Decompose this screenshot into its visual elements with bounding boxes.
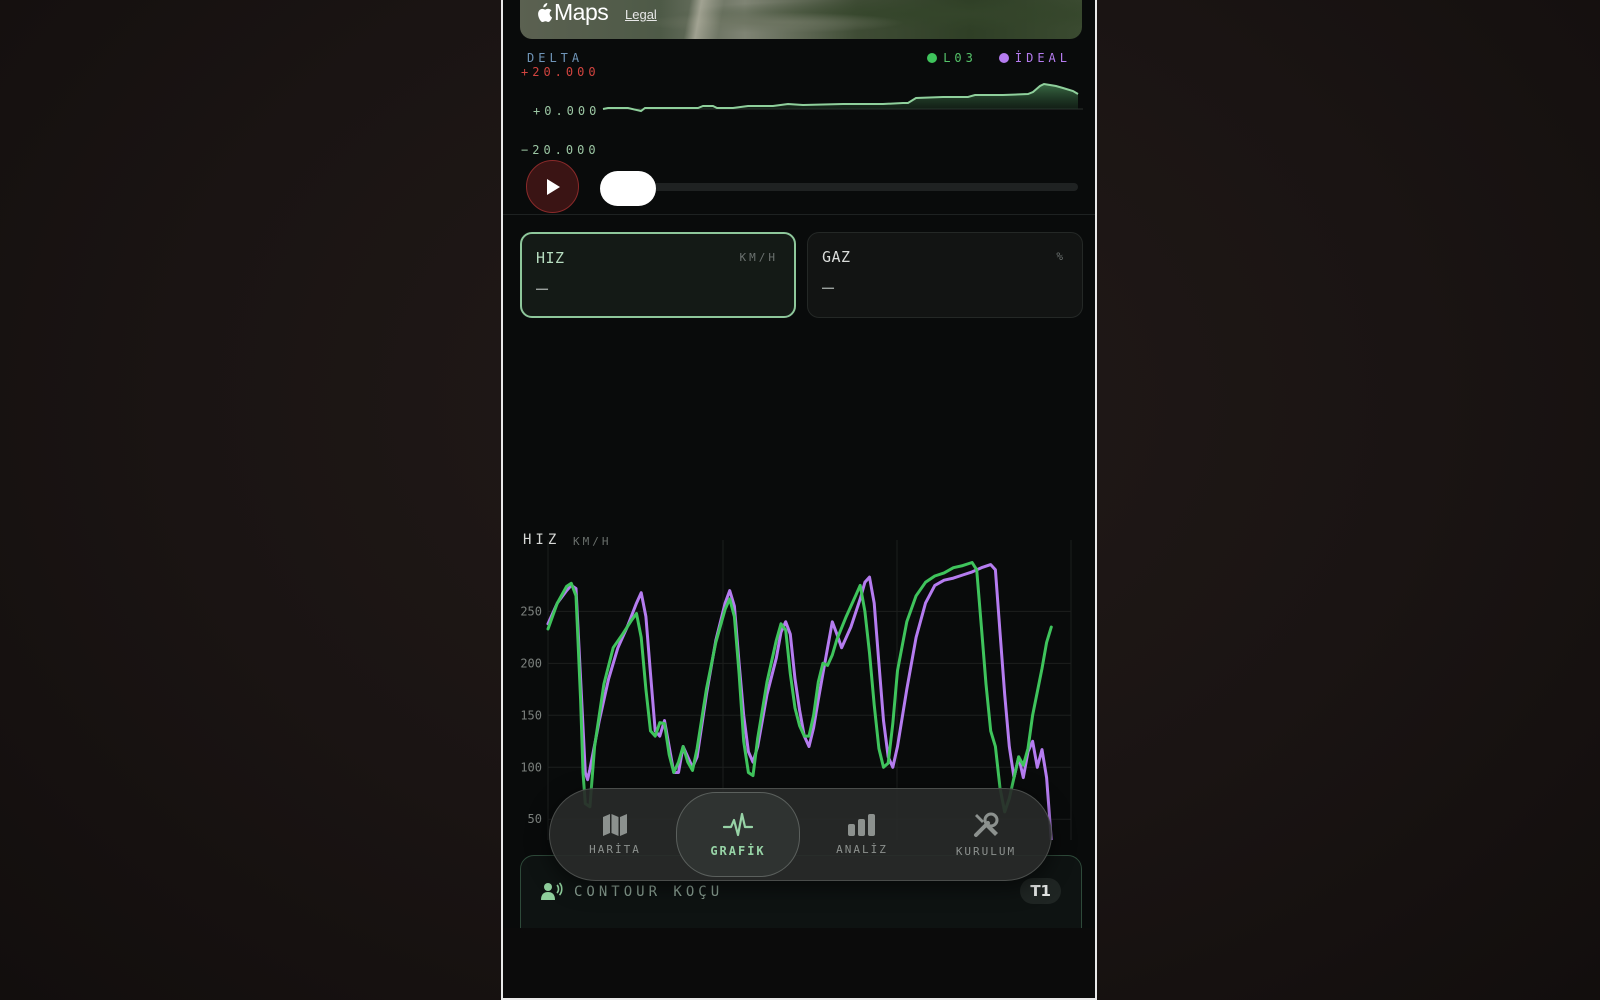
metric-label: HIZ	[536, 249, 565, 267]
y-tick-label: 100	[520, 760, 542, 774]
metric-value: —	[822, 275, 835, 299]
maps-logo-text: Maps	[554, 0, 609, 25]
nav-item-analiz[interactable]: ANALİZ	[800, 789, 924, 879]
speed-chart-y-ticks: 250 200 150 100 50	[520, 604, 542, 826]
pulse-icon	[723, 812, 753, 836]
delta-lower-label: −20.000	[521, 143, 600, 157]
map-icon	[603, 813, 627, 836]
legend-label: L03	[943, 51, 977, 65]
delta-area	[603, 84, 1078, 111]
y-tick-label: 200	[520, 656, 542, 670]
nav-item-harita[interactable]: HARİTA	[553, 789, 677, 879]
legend-item-l03: L03	[927, 51, 977, 65]
metric-card-hiz[interactable]: HIZ KM/H —	[520, 232, 796, 318]
play-icon	[546, 178, 560, 195]
map-preview[interactable]: Maps Legal	[520, 0, 1082, 39]
nav-label: ANALİZ	[836, 842, 888, 856]
bar-chart-icon	[848, 813, 875, 836]
y-tick-label: 250	[520, 604, 542, 618]
legend-dot-icon	[927, 53, 938, 63]
metric-card-gaz[interactable]: GAZ % —	[807, 232, 1083, 318]
playback-slider-track[interactable]	[600, 183, 1078, 191]
voice-coach-icon	[541, 882, 563, 900]
bottom-nav-bar: HARİTA GRAFİK ANALİZ KURULUM	[549, 788, 1052, 881]
apple-icon	[538, 2, 552, 22]
coach-title: CONTOUR KOÇU	[574, 884, 724, 900]
metric-unit: KM/H	[739, 251, 778, 264]
y-tick-label: 50	[528, 812, 542, 826]
series-line-l03	[546, 561, 1053, 814]
nav-label: KURULUM	[955, 844, 1017, 858]
nav-label: HARİTA	[589, 842, 641, 856]
tools-icon	[974, 812, 999, 837]
legal-link[interactable]: Legal	[625, 7, 657, 22]
nav-item-grafik[interactable]: GRAFİK	[676, 792, 800, 877]
delta-plot	[602, 82, 1083, 113]
nav-label: GRAFİK	[710, 843, 766, 858]
phone-frame: Maps Legal DELTA L03 İDEAL +20.000 +0.00…	[501, 0, 1097, 1000]
legend-dot-icon	[998, 53, 1009, 63]
play-button[interactable]	[526, 160, 579, 213]
metric-label: GAZ	[822, 248, 851, 266]
delta-title: DELTA	[527, 51, 584, 65]
playback-slider-thumb[interactable]	[600, 171, 656, 206]
metric-unit: %	[1056, 250, 1066, 263]
legend-label: İDEAL	[1014, 51, 1071, 65]
metric-value: —	[536, 276, 549, 300]
y-tick-label: 150	[520, 708, 542, 722]
turn-badge: T1	[1020, 878, 1061, 904]
delta-legend: L03 İDEAL	[927, 51, 1071, 65]
apple-maps-logo: Maps	[534, 0, 609, 26]
legend-item-ideal: İDEAL	[998, 51, 1071, 65]
phone-bottom-bar	[503, 928, 1095, 1000]
section-divider	[503, 214, 1095, 215]
nav-item-kurulum[interactable]: KURULUM	[924, 789, 1048, 879]
